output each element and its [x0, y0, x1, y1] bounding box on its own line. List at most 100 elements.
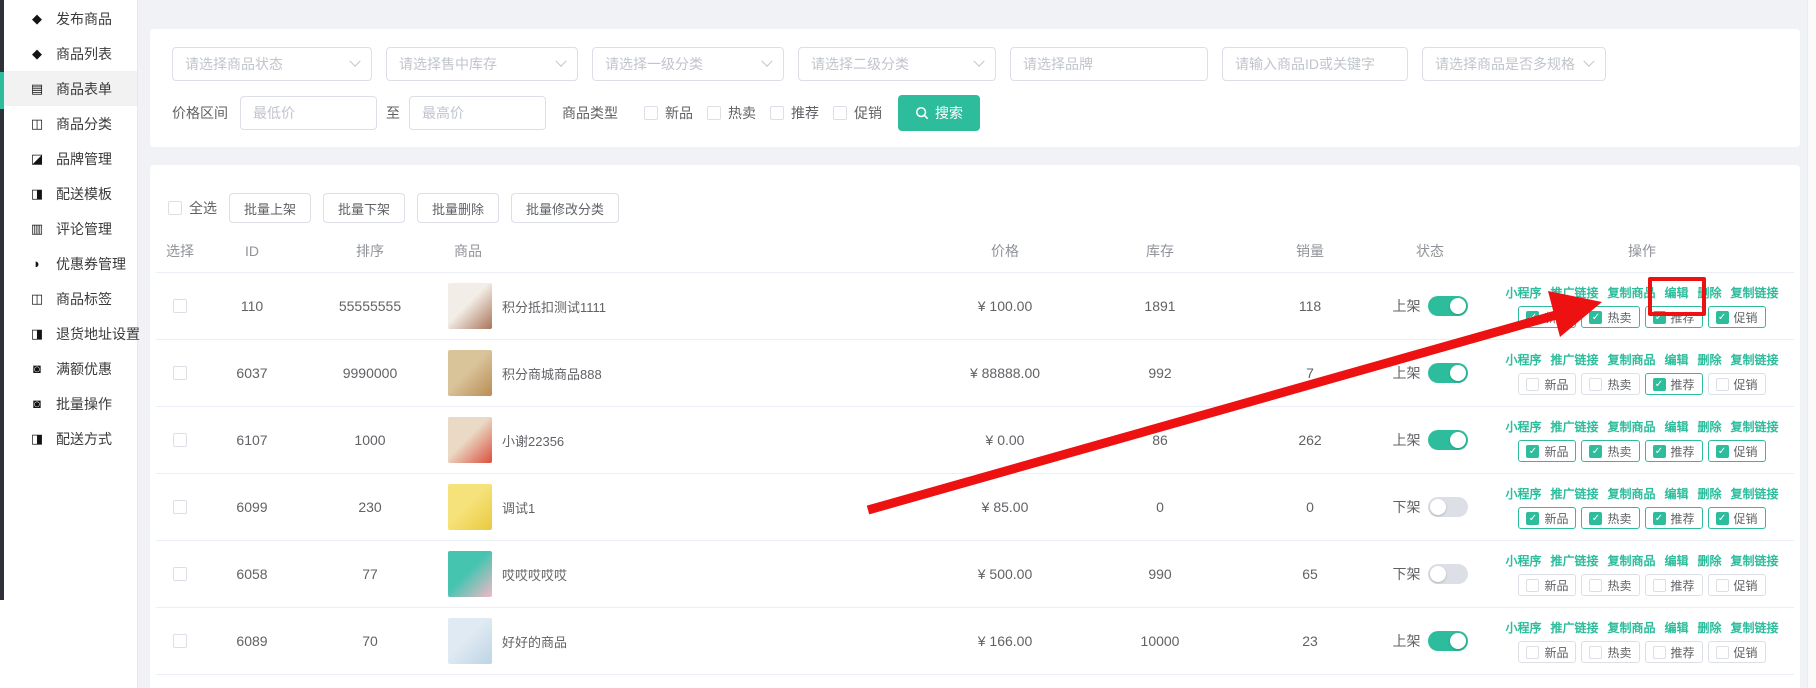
- delete-link[interactable]: 删除: [1698, 552, 1722, 569]
- tag-checkbox-promo[interactable]: 促销: [1708, 373, 1766, 395]
- copy-product-link[interactable]: 复制商品: [1607, 619, 1655, 636]
- status-toggle[interactable]: [1428, 296, 1468, 316]
- keyword-input[interactable]: [1222, 47, 1408, 81]
- tag-checkbox-new[interactable]: 新品: [1518, 507, 1576, 529]
- tag-checkbox-promo[interactable]: 促销: [1708, 641, 1766, 663]
- sidebar-item-return-address[interactable]: ◨退货地址设置: [0, 316, 137, 351]
- copy-url-link[interactable]: 复制链接: [1731, 284, 1779, 301]
- min-price-input[interactable]: [240, 96, 377, 130]
- tag-checkbox-hot[interactable]: 热卖: [1581, 641, 1639, 663]
- select-all-checkbox[interactable]: 全选: [168, 198, 217, 218]
- stock-status-select[interactable]: 请选择售中库存: [386, 47, 578, 81]
- sidebar-item-delivery-template[interactable]: ◨配送模板: [0, 176, 137, 211]
- level2-category-select[interactable]: 请选择二级分类: [798, 47, 996, 81]
- status-toggle[interactable]: [1428, 497, 1468, 517]
- mini-program-link[interactable]: 小程序: [1505, 485, 1541, 502]
- edit-link[interactable]: 编辑: [1665, 552, 1689, 569]
- tag-checkbox-hot[interactable]: 热卖: [1581, 306, 1639, 328]
- copy-product-link[interactable]: 复制商品: [1607, 351, 1655, 368]
- promo-link[interactable]: 推广链接: [1550, 418, 1598, 435]
- copy-product-link[interactable]: 复制商品: [1607, 284, 1655, 301]
- copy-url-link[interactable]: 复制链接: [1731, 351, 1779, 368]
- mini-program-link[interactable]: 小程序: [1505, 552, 1541, 569]
- promo-link[interactable]: 推广链接: [1550, 552, 1598, 569]
- tag-checkbox-new[interactable]: 新品: [1518, 641, 1576, 663]
- search-button[interactable]: 搜索: [898, 95, 980, 131]
- row-checkbox[interactable]: [173, 500, 187, 514]
- edit-link[interactable]: 编辑: [1665, 485, 1689, 502]
- sidebar-item-brand-management[interactable]: ◪品牌管理: [0, 141, 137, 176]
- edit-link-highlighted[interactable]: 编辑: [1665, 284, 1689, 301]
- copy-product-link[interactable]: 复制商品: [1607, 552, 1655, 569]
- multi-spec-select[interactable]: 请选择商品是否多规格: [1422, 47, 1606, 81]
- copy-url-link[interactable]: 复制链接: [1731, 619, 1779, 636]
- batch-off-shelf-button[interactable]: 批量下架: [323, 193, 405, 223]
- row-checkbox[interactable]: [173, 433, 187, 447]
- sidebar-item-product-form[interactable]: ▤商品表单: [0, 71, 137, 106]
- mini-program-link[interactable]: 小程序: [1505, 418, 1541, 435]
- level1-category-select[interactable]: 请选择一级分类: [592, 47, 784, 81]
- product-status-select[interactable]: 请选择商品状态: [172, 47, 372, 81]
- status-toggle[interactable]: [1428, 363, 1468, 383]
- copy-product-link[interactable]: 复制商品: [1607, 418, 1655, 435]
- mini-program-link[interactable]: 小程序: [1505, 351, 1541, 368]
- promo-link[interactable]: 推广链接: [1550, 485, 1598, 502]
- copy-url-link[interactable]: 复制链接: [1731, 418, 1779, 435]
- promo-link[interactable]: 推广链接: [1550, 351, 1598, 368]
- tag-checkbox-recommend[interactable]: 推荐: [1645, 574, 1703, 596]
- sidebar-item-batch-operation[interactable]: ◙批量操作: [0, 386, 137, 421]
- type-checkbox-promo[interactable]: 促销: [833, 103, 882, 123]
- row-checkbox[interactable]: [173, 634, 187, 648]
- sidebar-item-full-discount[interactable]: ◙满额优惠: [0, 351, 137, 386]
- tag-checkbox-promo[interactable]: 促销: [1708, 507, 1766, 529]
- tag-checkbox-recommend[interactable]: 推荐: [1645, 507, 1703, 529]
- batch-on-shelf-button[interactable]: 批量上架: [229, 193, 311, 223]
- tag-checkbox-recommend[interactable]: 推荐: [1645, 306, 1703, 328]
- copy-url-link[interactable]: 复制链接: [1731, 552, 1779, 569]
- tag-checkbox-recommend[interactable]: 推荐: [1645, 373, 1703, 395]
- delete-link[interactable]: 删除: [1698, 284, 1722, 301]
- status-toggle[interactable]: [1428, 631, 1468, 651]
- tag-checkbox-recommend[interactable]: 推荐: [1645, 440, 1703, 462]
- delete-link[interactable]: 删除: [1698, 485, 1722, 502]
- row-checkbox[interactable]: [173, 299, 187, 313]
- tag-checkbox-new[interactable]: 新品: [1518, 306, 1576, 328]
- sidebar-item-product-list[interactable]: ◆商品列表: [0, 36, 137, 71]
- brand-input[interactable]: [1010, 47, 1208, 81]
- mini-program-link[interactable]: 小程序: [1505, 619, 1541, 636]
- tag-checkbox-new[interactable]: 新品: [1518, 440, 1576, 462]
- row-checkbox[interactable]: [173, 366, 187, 380]
- max-price-input[interactable]: [409, 96, 546, 130]
- tag-checkbox-promo[interactable]: 促销: [1708, 306, 1766, 328]
- delete-link[interactable]: 删除: [1698, 418, 1722, 435]
- sidebar-item-coupon-management[interactable]: ◗优惠券管理: [0, 246, 137, 281]
- type-checkbox-hot[interactable]: 热卖: [707, 103, 756, 123]
- sidebar-item-product-category[interactable]: ◫商品分类: [0, 106, 137, 141]
- batch-delete-button[interactable]: 批量删除: [417, 193, 499, 223]
- promo-link[interactable]: 推广链接: [1550, 619, 1598, 636]
- edit-link[interactable]: 编辑: [1665, 351, 1689, 368]
- copy-product-link[interactable]: 复制商品: [1607, 485, 1655, 502]
- sidebar-item-comment-management[interactable]: ▥评论管理: [0, 211, 137, 246]
- vertical-scrollbar[interactable]: [1807, 0, 1816, 688]
- status-toggle[interactable]: [1428, 564, 1468, 584]
- promo-link[interactable]: 推广链接: [1550, 284, 1598, 301]
- edit-link[interactable]: 编辑: [1665, 619, 1689, 636]
- delete-link[interactable]: 删除: [1698, 351, 1722, 368]
- row-checkbox[interactable]: [173, 567, 187, 581]
- tag-checkbox-hot[interactable]: 热卖: [1581, 440, 1639, 462]
- sidebar-item-publish-product[interactable]: ◆发布商品: [0, 1, 137, 36]
- tag-checkbox-promo[interactable]: 促销: [1708, 574, 1766, 596]
- tag-checkbox-hot[interactable]: 热卖: [1581, 507, 1639, 529]
- tag-checkbox-promo[interactable]: 促销: [1708, 440, 1766, 462]
- status-toggle[interactable]: [1428, 430, 1468, 450]
- batch-edit-category-button[interactable]: 批量修改分类: [511, 193, 619, 223]
- tag-checkbox-new[interactable]: 新品: [1518, 373, 1576, 395]
- type-checkbox-new[interactable]: 新品: [644, 103, 693, 123]
- delete-link[interactable]: 删除: [1698, 619, 1722, 636]
- mini-program-link[interactable]: 小程序: [1505, 284, 1541, 301]
- tag-checkbox-hot[interactable]: 热卖: [1581, 373, 1639, 395]
- type-checkbox-recommend[interactable]: 推荐: [770, 103, 819, 123]
- tag-checkbox-hot[interactable]: 热卖: [1581, 574, 1639, 596]
- tag-checkbox-recommend[interactable]: 推荐: [1645, 641, 1703, 663]
